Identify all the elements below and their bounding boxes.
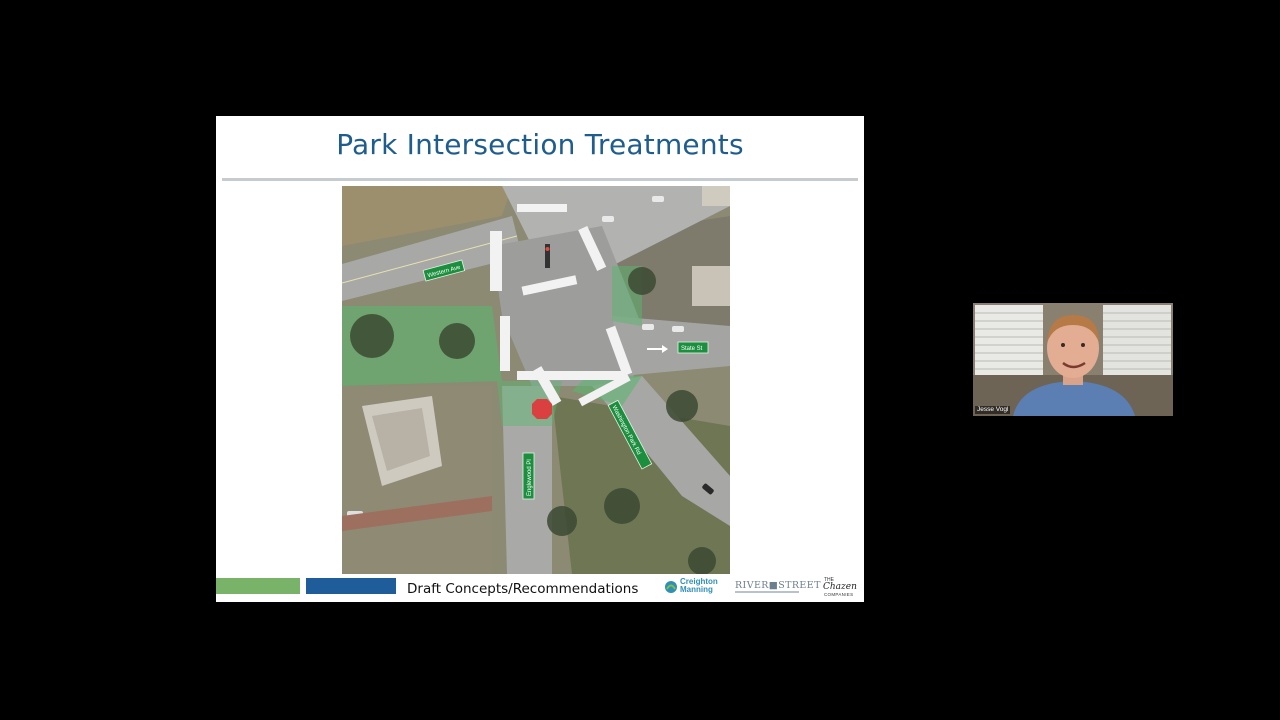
- title-divider: [222, 178, 858, 181]
- svg-text:State St: State St: [681, 346, 703, 352]
- sign-state-st: State St: [677, 341, 709, 354]
- footer-accent-blue: [306, 578, 396, 594]
- participant-name-label: Jesse Vogl: [975, 406, 1011, 414]
- creighton-manning-logo: Creighton Manning: [664, 577, 722, 597]
- presentation-slide: Park Intersection Treatments Western Ave…: [216, 116, 864, 602]
- footer-caption: Draft Concepts/Recommendations: [407, 581, 639, 597]
- footer-accent-green: [216, 578, 300, 594]
- river-street-logo: RIVER■STREET: [735, 580, 821, 593]
- slide-title: Park Intersection Treatments: [336, 128, 744, 161]
- chazen-companies-logo: THE Chazen COMPANIES: [823, 577, 857, 597]
- participant-video-feed: [973, 303, 1173, 416]
- participant-video-tile[interactable]: Jesse Vogl: [973, 303, 1173, 416]
- sign-englewood-pl: Englewood Pl: [522, 452, 535, 500]
- intersection-aerial-map: Western Ave State St Englewood Pl Washin…: [342, 186, 730, 574]
- svg-text:Englewood Pl: Englewood Pl: [527, 459, 533, 496]
